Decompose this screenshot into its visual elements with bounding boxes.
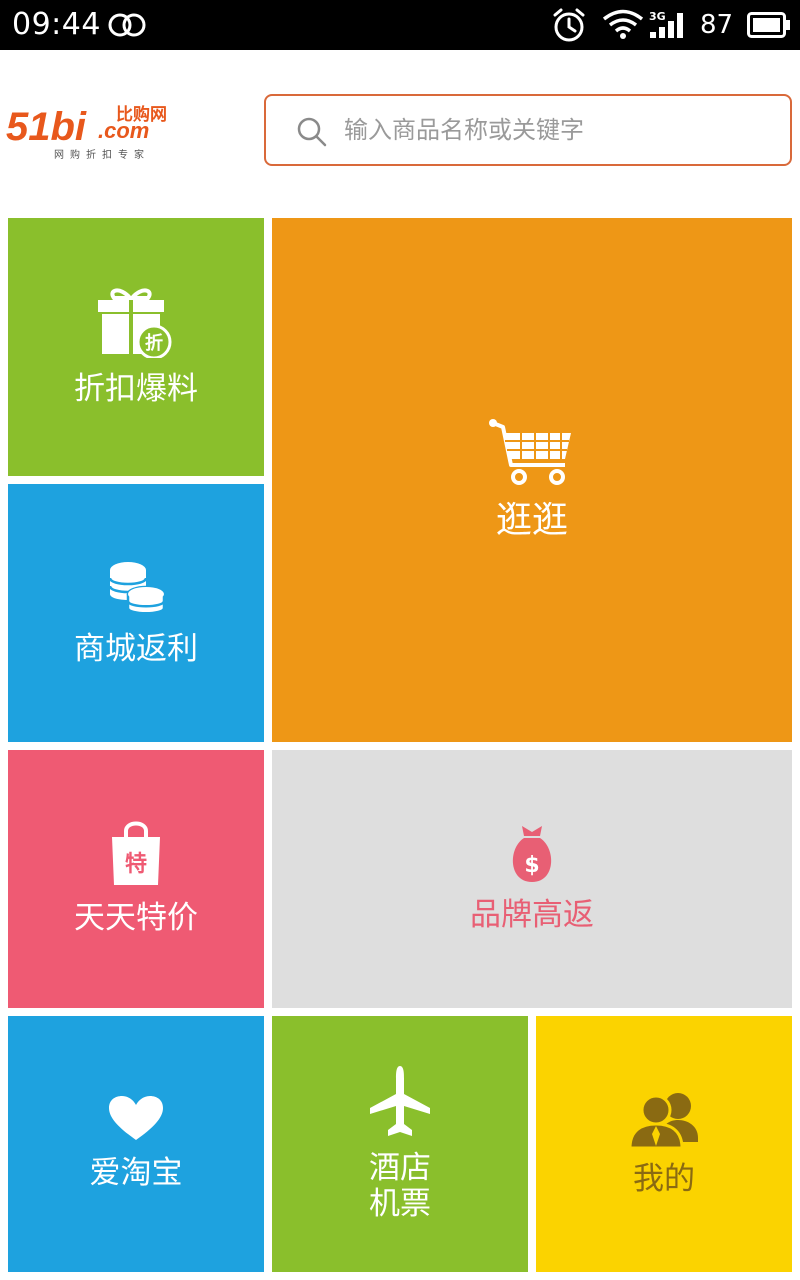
brand-logo[interactable]: 51bi .com 比购网 网购折扣专家 — [6, 102, 188, 164]
tile-love-taobao[interactable]: 爱淘宝 — [8, 1016, 264, 1272]
link-rings-icon — [108, 10, 148, 44]
tile-my-account[interactable]: 我的 — [536, 1016, 792, 1272]
tile-discount-news[interactable]: 折 折扣爆料 — [8, 218, 264, 476]
tile-daily-badge: 特 — [125, 851, 147, 877]
tile-discount-label: 折扣爆料 — [74, 371, 198, 407]
logo-cn: 比购网 — [116, 104, 167, 125]
tile-browse-label: 逛逛 — [495, 500, 568, 541]
tile-hotel-flights[interactable]: 酒店 机票 — [272, 1016, 528, 1272]
users-icon — [628, 1090, 700, 1152]
coins-icon — [106, 558, 166, 622]
tile-discount-badge: 折 — [145, 332, 163, 354]
tile-daily-deals-label: 天天特价 — [74, 900, 198, 936]
wifi-icon — [602, 9, 644, 45]
heart-icon — [109, 1096, 163, 1146]
tile-love-taobao-label: 爱淘宝 — [89, 1155, 183, 1191]
tile-mall-rebate-label: 商城返利 — [74, 631, 198, 667]
airplane-icon — [368, 1066, 432, 1142]
app-header: 51bi .com 比购网 网购折扣专家 — [0, 50, 800, 218]
shopping-cart-icon — [487, 417, 577, 491]
money-bag-icon: $ — [510, 824, 554, 888]
status-time: 09:44 — [12, 7, 101, 42]
tile-browse[interactable]: 逛逛 — [272, 218, 792, 742]
tile-daily-deals[interactable]: 特 天天特价 — [8, 750, 264, 1008]
logo-tagline: 网购折扣专家 — [54, 150, 150, 161]
tile-mall-rebate[interactable]: 商城返利 — [8, 484, 264, 742]
tile-brand-rebate[interactable]: $ 品牌高返 — [272, 750, 792, 1008]
tile-hotel-label-line1: 酒店 — [369, 1150, 431, 1186]
logo-text: 51bi — [6, 105, 87, 146]
signal-icon — [650, 10, 690, 44]
tile-brand-badge: $ — [524, 853, 539, 878]
tile-my-account-label: 我的 — [633, 1161, 695, 1197]
tile-brand-rebate-label: 品牌高返 — [470, 897, 594, 933]
status-bar: 09:44 3G 87 — [0, 0, 800, 50]
battery-icon — [747, 12, 791, 42]
alarm-icon — [550, 6, 588, 48]
gift-discount-icon: 折 — [96, 286, 176, 362]
search-input[interactable] — [344, 96, 774, 164]
shopping-bag-icon: 特 — [108, 821, 164, 891]
search-icon — [296, 116, 328, 152]
battery-percent: 87 — [700, 10, 734, 40]
tile-hotel-label-line2: 机票 — [369, 1186, 431, 1222]
search-box[interactable] — [264, 94, 792, 166]
